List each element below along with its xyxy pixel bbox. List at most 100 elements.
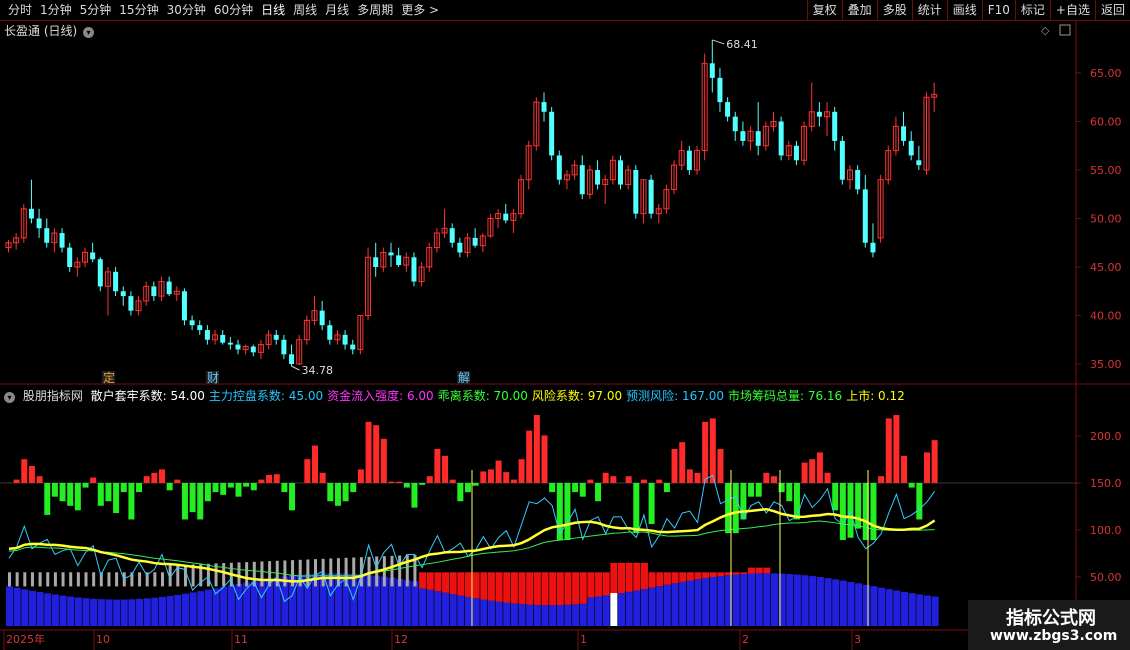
red-volume-bar bbox=[587, 572, 595, 598]
blue-volume-bar bbox=[809, 576, 817, 626]
blue-volume-bar bbox=[472, 598, 480, 626]
red-volume-bar bbox=[480, 572, 488, 600]
green-histogram-bar bbox=[465, 483, 471, 493]
gray-volume-bar bbox=[161, 572, 164, 587]
blue-volume-bar bbox=[136, 598, 144, 626]
red-histogram-bar bbox=[801, 462, 808, 483]
candle-body bbox=[189, 320, 195, 326]
red-volume-bar bbox=[434, 572, 442, 592]
red-histogram-bar bbox=[388, 481, 395, 483]
gray-volume-bar bbox=[46, 572, 50, 587]
red-histogram-bar bbox=[319, 472, 326, 483]
red-histogram-bar bbox=[824, 472, 831, 483]
gray-volume-bar bbox=[352, 557, 356, 587]
red-volume-bar bbox=[472, 572, 480, 599]
blue-volume-bar bbox=[197, 591, 205, 626]
blue-volume-bar bbox=[487, 600, 495, 626]
blue-volume-bar bbox=[51, 594, 59, 626]
blue-volume-bar bbox=[748, 573, 756, 626]
candle-body bbox=[327, 325, 333, 340]
blue-volume-bar bbox=[128, 599, 136, 626]
event-mark-1: 财 bbox=[207, 371, 219, 385]
blue-volume-bar bbox=[67, 596, 75, 626]
blue-volume-bar bbox=[786, 573, 794, 626]
blue-volume-bar bbox=[235, 583, 243, 626]
candle-body bbox=[916, 160, 922, 166]
red-volume-bar bbox=[740, 572, 748, 574]
blue-volume-bar bbox=[90, 598, 98, 626]
red-volume-bar bbox=[518, 572, 526, 605]
candle-body bbox=[197, 325, 203, 331]
candle-body bbox=[832, 111, 838, 141]
blue-volume-bar bbox=[174, 594, 182, 626]
candle-body bbox=[28, 208, 34, 219]
watermark-sub: www.zbgs3.com bbox=[990, 628, 1118, 644]
candle-body bbox=[342, 334, 348, 345]
red-histogram-bar bbox=[13, 479, 20, 483]
price-label-1: 60.00 bbox=[1090, 116, 1122, 129]
red-histogram-bar bbox=[380, 438, 387, 483]
ind-label-2: 100.0 bbox=[1090, 524, 1122, 537]
red-volume-bar bbox=[686, 572, 694, 581]
red-histogram-bar bbox=[273, 474, 280, 483]
blue-volume-bar bbox=[556, 605, 564, 626]
red-histogram-bar bbox=[640, 479, 647, 483]
red-histogram-bar bbox=[480, 471, 487, 483]
red-volume-bar bbox=[465, 572, 472, 597]
green-histogram-bar bbox=[350, 483, 357, 493]
green-histogram-bar bbox=[633, 483, 640, 534]
blue-volume-bar bbox=[449, 594, 457, 626]
red-volume-bar bbox=[717, 572, 725, 577]
red-volume-bar bbox=[602, 572, 610, 596]
gray-volume-bar bbox=[237, 562, 241, 587]
gray-volume-bar bbox=[61, 572, 65, 587]
red-histogram-bar bbox=[533, 415, 540, 483]
red-volume-bar bbox=[755, 567, 763, 574]
blue-volume-bar bbox=[587, 597, 595, 626]
main-chart[interactable]: 65.00 60.00 55.00 50.00 45.00 40.00 35.00 68.41… bbox=[0, 0, 1130, 650]
gray-volume-bar bbox=[76, 572, 80, 587]
blue-volume-bar bbox=[97, 599, 105, 626]
blue-volume-bar bbox=[434, 591, 442, 626]
blue-volume-bar bbox=[189, 592, 197, 626]
blue-volume-bar bbox=[572, 604, 580, 626]
red-volume-bar bbox=[579, 572, 587, 604]
red-histogram-bar bbox=[679, 442, 686, 483]
blue-volume-bar bbox=[771, 573, 778, 626]
candle-body bbox=[457, 242, 463, 253]
red-histogram-bar bbox=[258, 479, 265, 483]
red-histogram-bar bbox=[312, 445, 318, 483]
gray-volume-bar bbox=[306, 559, 310, 587]
red-volume-bar bbox=[503, 572, 511, 603]
blue-volume-bar bbox=[526, 604, 534, 626]
green-histogram-bar bbox=[105, 483, 112, 502]
gray-volume-bar bbox=[336, 558, 340, 587]
price-label-0: 65.00 bbox=[1090, 67, 1122, 80]
blue-volume-bar bbox=[419, 588, 427, 626]
green-histogram-bar bbox=[839, 483, 846, 540]
candle-body bbox=[709, 63, 715, 78]
candle-body bbox=[901, 126, 907, 141]
blue-volume-bar bbox=[824, 578, 832, 626]
candle-body bbox=[97, 259, 103, 287]
blue-volume-bar bbox=[816, 577, 824, 626]
green-histogram-bar bbox=[204, 483, 211, 502]
price-label-6: 35.00 bbox=[1090, 358, 1122, 371]
blue-volume-bar bbox=[755, 573, 763, 626]
green-histogram-bar bbox=[748, 483, 755, 497]
red-histogram-bar bbox=[587, 479, 594, 483]
green-histogram-bar bbox=[51, 483, 58, 497]
green-histogram-bar bbox=[908, 483, 915, 488]
blue-volume-bar bbox=[793, 574, 801, 626]
gray-volume-bar bbox=[206, 563, 210, 587]
blue-volume-bar bbox=[679, 581, 687, 626]
red-volume-bar bbox=[610, 562, 618, 595]
green-histogram-bar bbox=[855, 483, 862, 529]
chevron-down-icon[interactable]: ▾ bbox=[4, 392, 15, 403]
green-histogram-bar bbox=[59, 483, 66, 502]
blue-volume-bar bbox=[832, 579, 840, 626]
blue-volume-bar bbox=[602, 595, 610, 626]
red-volume-bar bbox=[663, 572, 671, 585]
blue-volume-bar bbox=[916, 594, 924, 626]
red-volume-bar bbox=[572, 572, 580, 605]
